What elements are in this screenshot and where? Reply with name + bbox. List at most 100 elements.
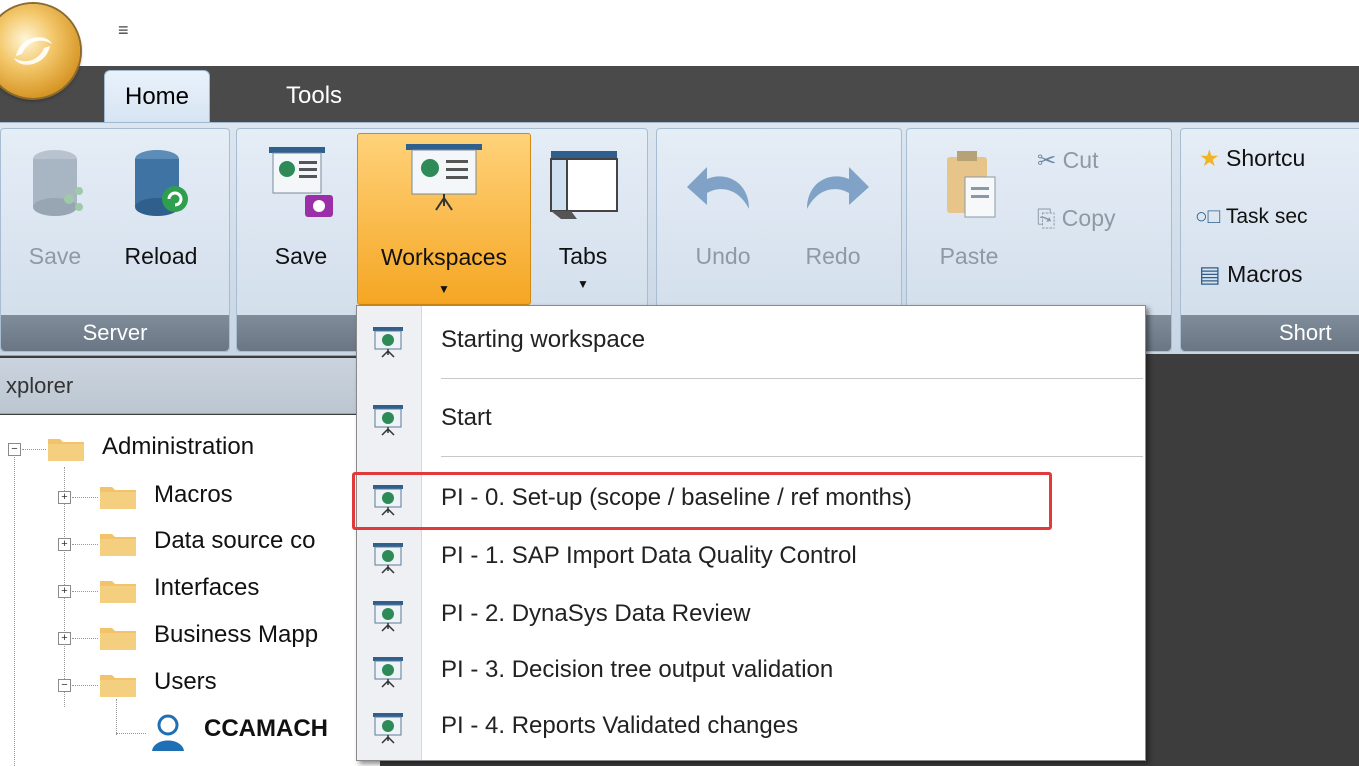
redo-label: Redo	[805, 243, 861, 269]
menu-item-pi-3-decision-tree[interactable]: PI - 3. Decision tree output validation	[357, 646, 1145, 698]
tabs-layout-icon	[550, 151, 618, 219]
database-share-icon	[33, 150, 83, 216]
menu-separator	[441, 378, 1143, 379]
redo-icon	[807, 167, 869, 209]
tree-item-interfaces[interactable]: Interfaces	[154, 574, 259, 602]
presentation-board-icon	[406, 144, 482, 211]
folder-icon	[48, 439, 84, 461]
annotation-highlight-box	[352, 472, 1052, 530]
copy-icon: ⎘	[1037, 205, 1056, 231]
menu-item-label: PI - 2. DynaSys Data Review	[441, 600, 751, 627]
tree-item-user-ccamach[interactable]: CCAMACH	[204, 715, 328, 743]
reload-button[interactable]: Reload	[113, 137, 209, 277]
shortcut-label: Shortcu	[1226, 145, 1306, 171]
tree-line	[72, 544, 98, 545]
menu-item-label: PI - 4. Reports Validated changes	[441, 712, 799, 739]
tree-item-data-source[interactable]: Data source co	[154, 527, 315, 555]
tree-line	[72, 591, 98, 592]
expand-toggle-icon[interactable]: +	[58, 538, 71, 551]
server-save-label: Save	[28, 243, 82, 269]
menu-item-label: PI - 3. Decision tree output validation	[441, 656, 834, 683]
star-icon: ★	[1199, 145, 1220, 171]
ribbon-group-shortcuts: ★ Shortcu ○□ Task sec ▤ Macros Short	[1180, 128, 1359, 352]
tree-line	[72, 638, 98, 639]
workspace-icon	[373, 405, 403, 436]
tree-line	[22, 449, 46, 450]
task-sequence-button[interactable]: ○□ Task sec	[1195, 205, 1308, 229]
redo-button[interactable]: Redo	[781, 137, 885, 277]
menu-item-pi-4-reports[interactable]: PI - 4. Reports Validated changes	[357, 702, 1145, 754]
workspaces-dropdown-button[interactable]: Workspaces ▼	[357, 133, 531, 305]
tree-item-administration[interactable]: Administration	[102, 433, 254, 461]
menu-item-label: Start	[441, 404, 492, 431]
expand-toggle-icon[interactable]: +	[58, 491, 71, 504]
collapse-toggle-icon[interactable]: −	[8, 443, 21, 456]
paste-label: Paste	[939, 243, 999, 269]
reload-label: Reload	[124, 243, 198, 269]
tree-line	[72, 497, 98, 498]
task-sequence-icon: ○□	[1195, 205, 1221, 228]
menu-item-start[interactable]: Start	[357, 394, 1145, 446]
database-reload-icon	[135, 150, 188, 216]
server-group-label: Server	[1, 315, 229, 351]
tabs-dropdown-arrow-icon: ▼	[577, 277, 589, 291]
expand-toggle-icon[interactable]: +	[58, 632, 71, 645]
menu-separator	[441, 456, 1143, 457]
presentation-camera-icon	[269, 147, 333, 217]
title-bar	[0, 0, 1359, 66]
tab-tools[interactable]: Tools	[270, 70, 358, 122]
workspaces-label: Workspaces	[380, 244, 508, 270]
copy-label: Copy	[1061, 205, 1116, 231]
expand-toggle-icon[interactable]: +	[58, 585, 71, 598]
tree-item-business-mapping[interactable]: Business Mapp	[154, 621, 318, 649]
macros-label: Macros	[1227, 261, 1303, 287]
paste-button[interactable]: Paste	[921, 137, 1017, 277]
shortcut-button[interactable]: ★ Shortcu	[1199, 145, 1305, 172]
undo-icon	[687, 167, 749, 209]
workspace-save-button[interactable]: Save	[257, 137, 345, 277]
macros-button[interactable]: ▤ Macros	[1199, 261, 1303, 288]
tree-item-macros[interactable]: Macros	[154, 481, 233, 509]
tabs-dropdown-button[interactable]: Tabs ▼	[543, 137, 623, 297]
tab-home[interactable]: Home	[104, 70, 210, 123]
task-sequence-label: Task sec	[1225, 205, 1308, 228]
server-save-button[interactable]: Save	[15, 137, 95, 277]
tabs-label: Tabs	[558, 243, 608, 269]
workspaces-dropdown-menu: Starting workspace Start PI - 0. Set-up …	[356, 305, 1146, 761]
explorer-header: xplorer	[0, 358, 380, 414]
folder-icon	[100, 675, 136, 697]
app-logo-icon	[14, 37, 52, 65]
menu-item-label: Starting workspace	[441, 326, 646, 353]
workspace-icon	[373, 601, 403, 632]
folder-icon	[100, 581, 136, 603]
quick-access-customize-icon[interactable]: ≡	[118, 20, 129, 41]
workspaces-dropdown-arrow-icon: ▼	[438, 282, 450, 296]
workspace-icon	[373, 327, 403, 358]
tree-item-users[interactable]: Users	[154, 668, 217, 696]
tree-line	[72, 685, 98, 686]
tree-line	[14, 451, 15, 766]
copy-button[interactable]: ⎘ Copy	[1037, 205, 1116, 232]
cut-button[interactable]: ✂ Cut	[1037, 147, 1098, 174]
scissors-icon: ✂	[1037, 147, 1057, 173]
undo-button[interactable]: Undo	[671, 137, 775, 277]
folder-icon	[100, 534, 136, 556]
explorer-tree: − Administration + Macros + Data source …	[0, 415, 380, 766]
menu-item-label: PI - 1. SAP Import Data Quality Control	[441, 542, 857, 569]
menu-item-starting-workspace[interactable]: Starting workspace	[357, 316, 1145, 368]
user-icon	[152, 714, 184, 751]
menu-item-pi-2-dynasys[interactable]: PI - 2. DynaSys Data Review	[357, 590, 1145, 642]
folder-icon	[100, 628, 136, 650]
shortcuts-group-label: Short	[1181, 315, 1359, 351]
macros-scroll-icon: ▤	[1199, 261, 1221, 287]
workspace-save-label: Save	[274, 243, 328, 269]
workspace-icon	[373, 657, 403, 688]
collapse-toggle-icon[interactable]: −	[58, 679, 71, 692]
undo-label: Undo	[695, 243, 751, 269]
workspace-icon	[373, 713, 403, 744]
tree-line	[116, 699, 117, 735]
ribbon-group-server: Save Reload Server	[0, 128, 230, 352]
workspace-icon	[373, 543, 403, 574]
menu-item-pi-1-sap-import[interactable]: PI - 1. SAP Import Data Quality Control	[357, 532, 1145, 584]
tree-line	[116, 733, 146, 734]
